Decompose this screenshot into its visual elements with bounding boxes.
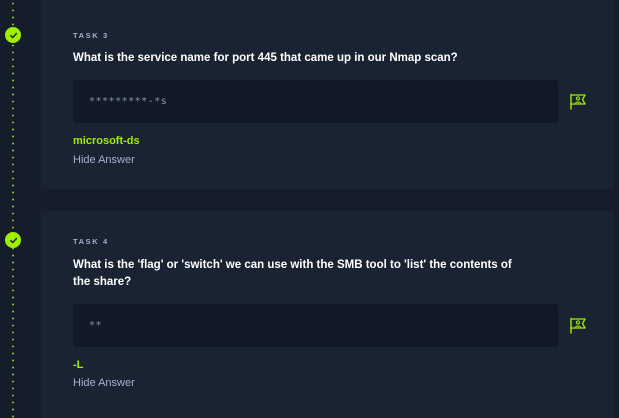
task-3-hint-button[interactable] <box>568 92 588 110</box>
task-4-answer-field[interactable]: ** <box>73 304 558 347</box>
task-4-hide-answer-link[interactable]: Hide Answer <box>73 377 135 389</box>
task-4-question: What is the 'flag' or 'switch' we can us… <box>73 259 512 288</box>
task-4-card: TASK 4 What is the 'flag' or 'switch' we… <box>41 211 614 418</box>
task-3-label: TASK 3 <box>73 31 109 40</box>
task-4-completed-check-icon <box>5 232 21 248</box>
hint-flag-icon <box>569 317 586 334</box>
check-icon <box>9 237 17 243</box>
task-3-completed-check-icon <box>5 27 21 43</box>
task-3-answer: microsoft-ds <box>73 135 140 147</box>
task-3-question: What is the service name for port 445 th… <box>73 52 458 64</box>
task-4-answer: -L <box>73 359 84 371</box>
task-4-label: TASK 4 <box>73 237 109 246</box>
task-3-answer-mask: *********-*s <box>89 96 168 107</box>
task-3-hide-answer-link[interactable]: Hide Answer <box>73 154 135 166</box>
timeline-dotted-line <box>12 0 14 418</box>
check-icon <box>9 32 17 38</box>
task-4-answer-mask: ** <box>89 320 103 331</box>
task-list-page: TASK 3 What is the service name for port… <box>0 0 619 418</box>
task-3-card: TASK 3 What is the service name for port… <box>41 0 614 189</box>
task-4-hint-button[interactable] <box>568 316 588 334</box>
task-3-answer-field[interactable]: *********-*s <box>73 80 558 123</box>
hint-flag-icon <box>569 93 586 110</box>
